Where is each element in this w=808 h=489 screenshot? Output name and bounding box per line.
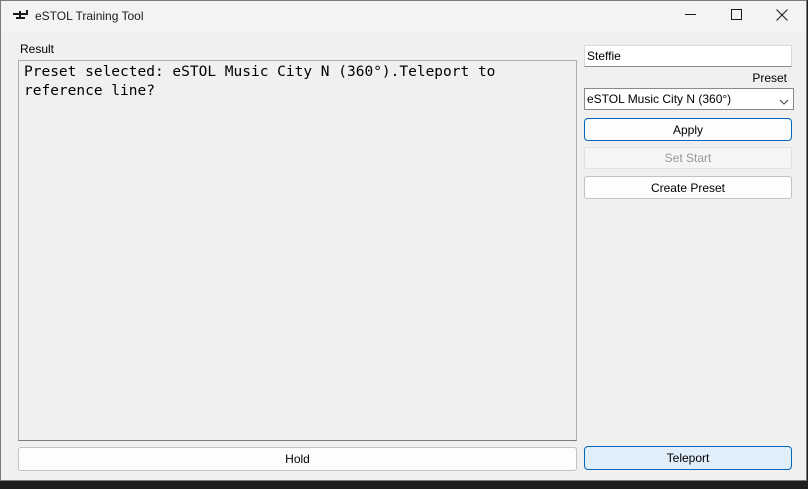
maximize-button[interactable] [713,1,759,31]
close-icon [776,8,788,24]
preset-selected-value: eSTOL Music City N (360°) [587,92,732,106]
hold-button[interactable]: Hold [18,447,577,471]
preset-label: Preset [752,71,787,85]
teleport-button[interactable]: Teleport [584,446,792,470]
result-label: Result [20,42,55,56]
minimize-button[interactable] [667,1,713,31]
name-input[interactable]: Steffie [584,45,792,67]
create-preset-button[interactable]: Create Preset [584,176,792,199]
app-window: eSTOL Training Tool Result Preset select… [0,0,807,481]
chevron-down-icon [779,95,789,105]
set-start-button[interactable]: Set Start [584,147,792,169]
title-bar[interactable]: eSTOL Training Tool [1,1,806,32]
maximize-icon [730,9,742,23]
apply-button[interactable]: Apply [584,118,792,141]
close-button[interactable] [759,1,805,31]
minimize-icon [684,9,696,23]
window-title: eSTOL Training Tool [35,9,144,23]
preset-dropdown[interactable]: eSTOL Music City N (360°) [584,88,794,110]
result-textbox[interactable]: Preset selected: eSTOL Music City N (360… [18,60,577,441]
airplane-icon [12,9,30,23]
